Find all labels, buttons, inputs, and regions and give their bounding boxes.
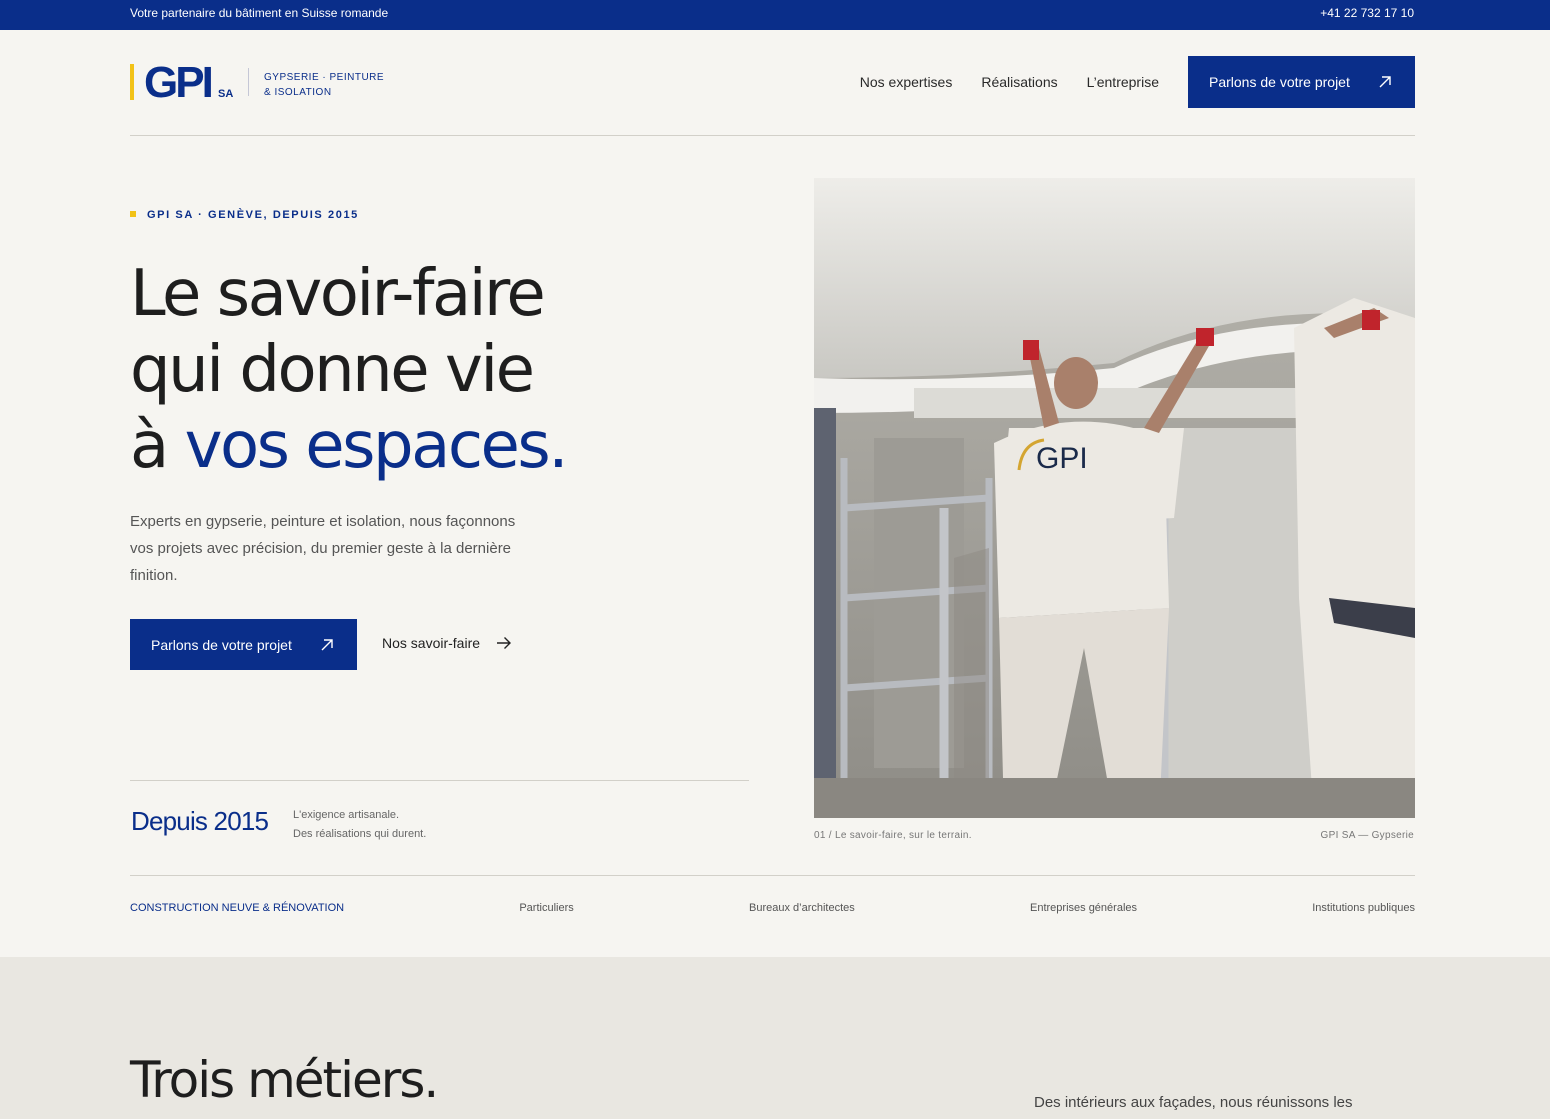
- shirt-logo-text: GPI: [1036, 442, 1088, 475]
- logo-wordmark: GPI: [144, 58, 214, 107]
- hero-title: Le savoir-faire qui donne vie à vos espa…: [130, 256, 569, 484]
- hero-title-line-3-prefix: à: [130, 409, 185, 483]
- client-type-item: Entreprises générales: [1030, 902, 1138, 914]
- logo-subtitle: GYPSERIE · PEINTURE & ISOLATION: [264, 70, 384, 100]
- hero-title-line-2: qui donne vie: [130, 333, 535, 407]
- hero-eyebrow-text: GPI SA · GENÈVE, DEPUIS 2015: [147, 209, 359, 221]
- client-types-strip: CONSTRUCTION NEUVE & RÉNOVATION Particul…: [130, 902, 1415, 914]
- eyebrow-bullet: [130, 211, 136, 217]
- client-type-item: Particuliers: [519, 902, 574, 914]
- since-note-line-1: L'exigence artisanale.: [293, 809, 400, 821]
- logo-subtitle-line-2: & ISOLATION: [264, 87, 332, 98]
- nav-item-expertises[interactable]: Nos expertises: [860, 74, 953, 90]
- main-nav: Nos expertises Réalisations L’entreprise: [860, 74, 1159, 90]
- arrow-up-right-icon: [1379, 76, 1391, 88]
- site-header: GPI SA GYPSERIE · PEINTURE & ISOLATION N…: [130, 30, 1415, 136]
- hero-contact-button[interactable]: Parlons de votre projet: [130, 619, 357, 670]
- nav-item-realisations[interactable]: Réalisations: [981, 74, 1057, 90]
- arrow-up-right-icon: [321, 638, 333, 650]
- nav-item-entreprise[interactable]: L’entreprise: [1087, 74, 1159, 90]
- hero-eyebrow: GPI SA · GENÈVE, DEPUIS 2015: [130, 209, 359, 221]
- hero-contact-button-label: Parlons de votre projet: [151, 636, 292, 653]
- arrow-right-icon: [497, 637, 512, 649]
- hero-title-line-1: Le savoir-faire: [130, 257, 546, 331]
- since-year: Depuis 2015: [131, 806, 269, 836]
- since-note: L'exigence artisanale. Des réalisations …: [293, 806, 426, 844]
- header-contact-button-label: Parlons de votre projet: [1209, 74, 1350, 90]
- logo-suffix: SA: [218, 88, 234, 100]
- hero-photo: GPI: [814, 178, 1415, 818]
- since-note-line-2: Des réalisations qui durent.: [293, 828, 427, 840]
- client-type-item: Bureaux d’architectes: [748, 902, 855, 914]
- hero-savoir-faire-link-label: Nos savoir-faire: [382, 635, 481, 651]
- clients-divider: [130, 875, 1415, 876]
- top-bar: Votre partenaire du bâtiment en Suisse r…: [0, 0, 1550, 30]
- top-bar-tagline: Votre partenaire du bâtiment en Suisse r…: [130, 6, 389, 20]
- hero-title-highlight: vos espaces.: [184, 409, 569, 483]
- client-type-item: Institutions publiques: [1312, 902, 1415, 914]
- hero-lead: Experts en gypserie, peinture et isolati…: [130, 513, 516, 584]
- logo-subtitle-line-1: GYPSERIE · PEINTURE: [264, 72, 385, 83]
- header-contact-button[interactable]: Parlons de votre projet: [1188, 56, 1415, 108]
- client-types-lead: CONSTRUCTION NEUVE & RÉNOVATION: [130, 902, 345, 914]
- photo-caption-right: GPI SA — Gypserie: [1320, 830, 1414, 841]
- photo-caption-left: 01 / Le savoir-faire, sur le terrain.: [814, 830, 972, 841]
- brand-logo[interactable]: GPI SA GYPSERIE · PEINTURE & ISOLATION: [130, 58, 390, 107]
- logo-divider: [248, 68, 249, 96]
- hero-savoir-faire-link[interactable]: Nos savoir-faire: [382, 635, 512, 651]
- expertises-section: Trois métiers. Des intérieurs aux façade…: [0, 957, 1550, 1119]
- expertises-title: Trois métiers.: [130, 1051, 439, 1109]
- logo-accent-bar: [130, 64, 134, 100]
- hero-divider: [130, 780, 749, 781]
- top-bar-phone-link[interactable]: +41 22 732 17 10: [1320, 6, 1414, 20]
- hero-photo-illustration: GPI: [814, 178, 1415, 818]
- expertises-intro: Des intérieurs aux façades, nous réuniss…: [1034, 1094, 1353, 1111]
